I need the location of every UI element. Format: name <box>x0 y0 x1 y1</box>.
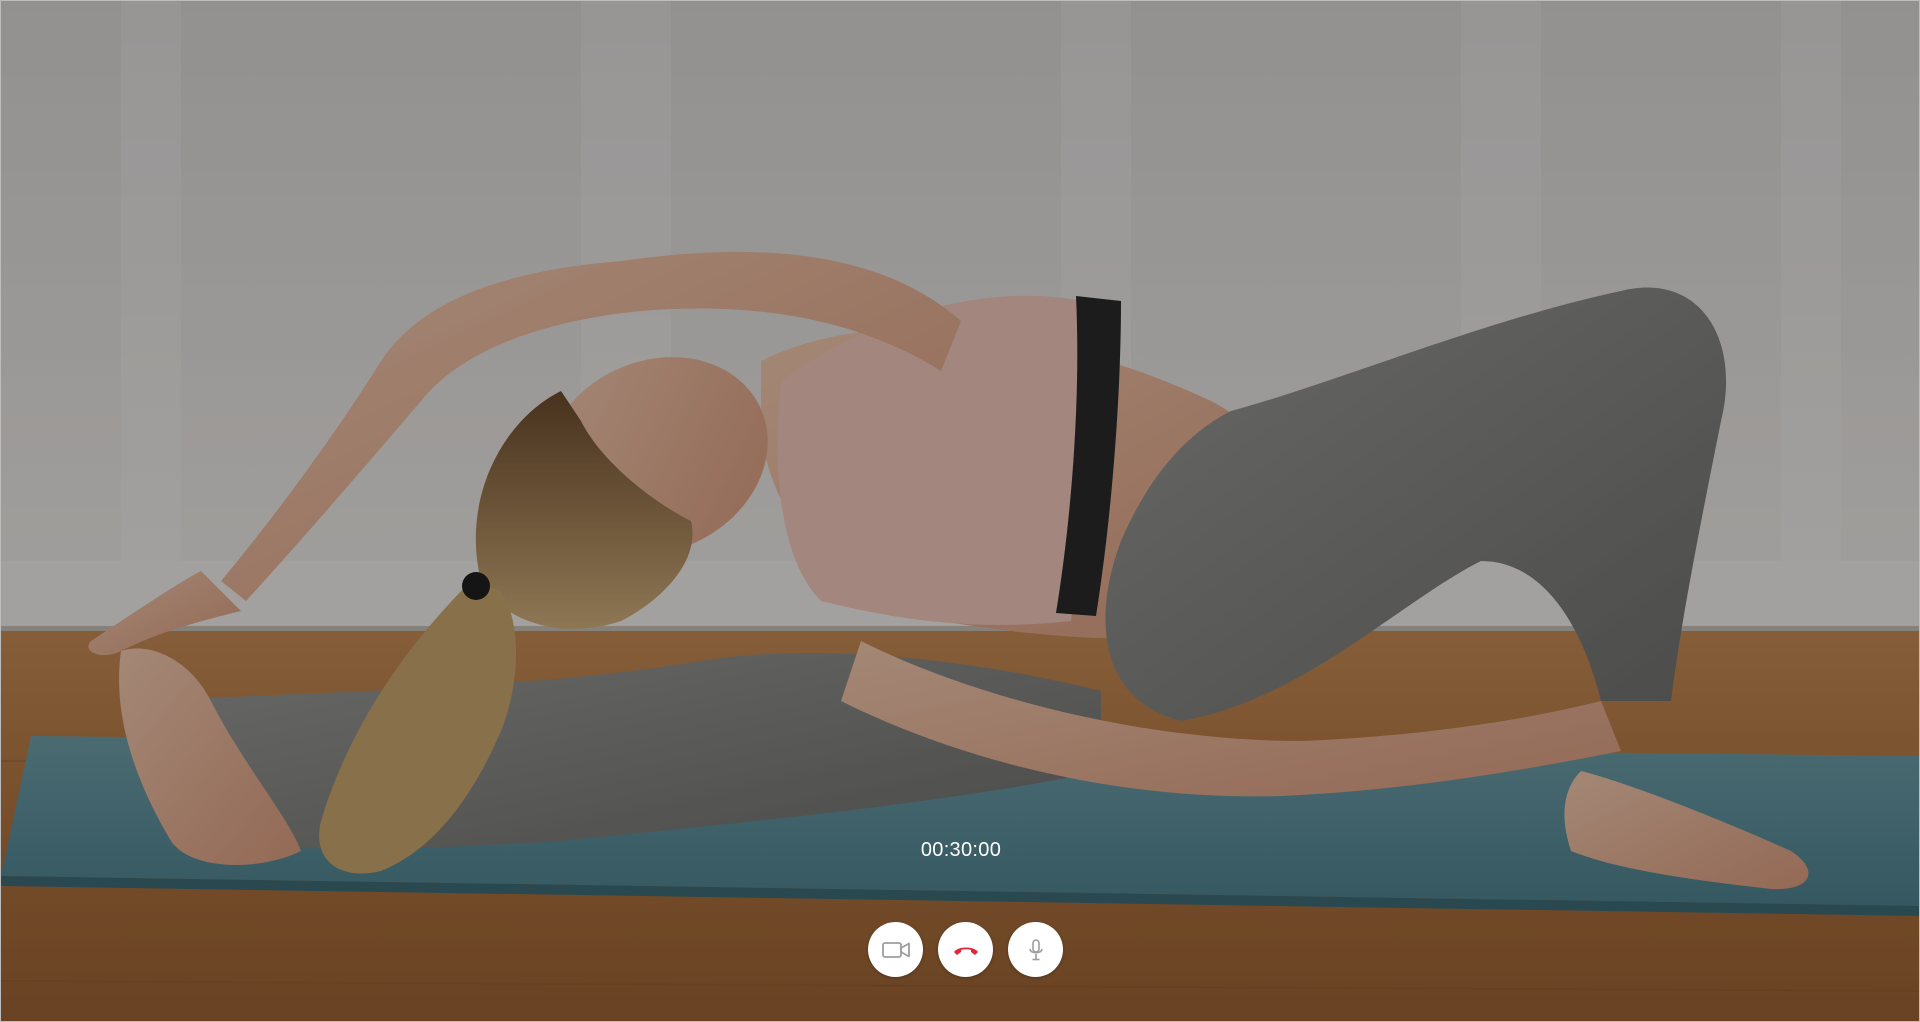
microphone-icon <box>1028 938 1044 962</box>
video-toggle-button[interactable] <box>868 922 923 977</box>
remote-video-feed <box>1 1 1919 1021</box>
end-call-button[interactable] <box>938 922 993 977</box>
video-call-screen: 00:30:00 <box>0 0 1920 1022</box>
call-controls <box>868 922 1063 977</box>
call-timer: 00:30:00 <box>920 839 1002 861</box>
video-frame-image <box>1 1 1919 1021</box>
mute-toggle-button[interactable] <box>1008 922 1063 977</box>
end-call-icon <box>952 943 980 957</box>
video-camera-icon <box>881 940 910 960</box>
